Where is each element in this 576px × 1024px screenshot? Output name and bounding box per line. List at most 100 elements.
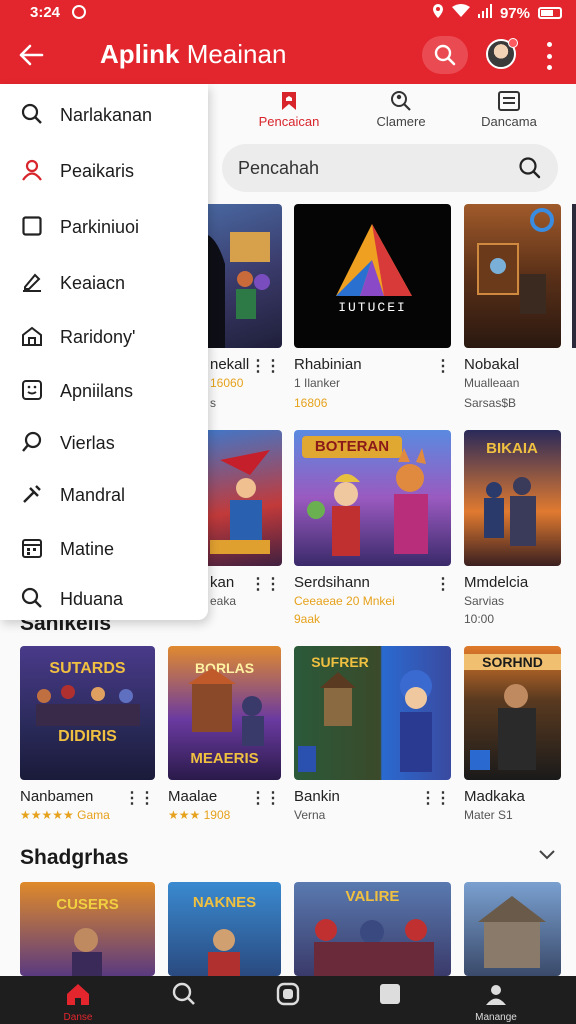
status-bar: 3:24 97%	[0, 0, 576, 26]
game-thumbnail	[464, 204, 561, 348]
drawer-item-label: Narlakanan	[60, 105, 153, 125]
game-card[interactable]: NAKNES	[168, 882, 282, 976]
drawer-item-label: Peaikaris	[60, 161, 135, 181]
person-icon	[20, 158, 44, 182]
game-thumbnail: SORHND	[464, 646, 561, 780]
game-card[interactable]: SORHND Madkaka Mater S1	[464, 646, 562, 826]
more-options-button[interactable]	[540, 42, 558, 70]
game-subtitle: s	[210, 396, 216, 410]
back-button[interactable]	[14, 38, 48, 72]
kebab-icon[interactable]: ⋮⋮	[250, 574, 281, 594]
nav-search[interactable]	[144, 976, 224, 1024]
list-box-icon	[498, 91, 520, 111]
drawer-item[interactable]: Matine	[0, 524, 208, 570]
app-bar: Aplink Meainan	[0, 26, 576, 84]
app-search-button[interactable]	[422, 36, 468, 74]
drawer-item[interactable]: Peaikaris	[0, 146, 208, 192]
game-card[interactable]: SUFRER Bankin ⋮⋮ Verna	[294, 646, 452, 826]
drawer-item-label: Keaiacn	[60, 273, 126, 293]
drawer-item[interactable]: Mandral	[0, 470, 208, 516]
drawer-item[interactable]: Apniilans	[0, 366, 208, 412]
game-title: Madkaka	[464, 788, 525, 805]
drawer-item[interactable]: Parkiniuoi	[0, 202, 208, 248]
drawer-item[interactable]: Raridony'	[0, 312, 208, 358]
drawer-item-label: Vierlas	[60, 433, 115, 453]
battery-icon	[538, 7, 562, 19]
battery-percent: 97%	[499, 4, 530, 22]
drawer-item-label: Apniilans	[60, 381, 134, 401]
tab-pencaican[interactable]: Pencaican	[234, 88, 344, 129]
status-icons: 97%	[432, 4, 562, 22]
more-dot-icon	[546, 53, 552, 59]
game-title: Maalae	[168, 788, 218, 805]
drawer-item[interactable]: Narlakanan	[0, 90, 208, 136]
game-title: Rhabinian	[294, 356, 362, 373]
pen-box-icon	[20, 270, 44, 294]
game-thumbnail: BIKAIA	[464, 430, 561, 566]
game-card[interactable]: SUTARDS DIDIRIS Nanbamen ⋮⋮ ★★★★★ Gama	[20, 646, 156, 826]
game-card[interactable]: IUTUCEI Rhabinian ⋮ 1 Ilanker 16806	[294, 204, 452, 414]
game-title: kan	[210, 574, 235, 591]
more-dot-icon	[546, 42, 552, 47]
game-thumbnail	[464, 882, 561, 976]
game-rating: ★★★ 1908	[168, 808, 231, 822]
search-icon	[434, 44, 456, 66]
kebab-icon[interactable]: ⋮⋮	[250, 356, 281, 376]
search-icon[interactable]	[518, 156, 542, 185]
nav-profile[interactable]: Manange	[456, 976, 536, 1024]
status-time: 3:24	[30, 4, 61, 21]
game-card[interactable]: Nobakal Mualleaan Sarsas$B	[464, 204, 562, 414]
kebab-icon[interactable]: ⋮⋮	[250, 788, 281, 808]
drawer-item-label: Matine	[60, 539, 115, 559]
game-card[interactable]: BOTERAN Serdsihann ⋮ Ceeaeae 20 Mnkei 9a…	[294, 430, 452, 626]
profile-icon	[486, 985, 506, 1005]
drawer-item-label: Parkiniuoi	[60, 217, 140, 237]
game-card[interactable]: CUSERS	[20, 882, 156, 976]
game-rating: ★★★★★ Gama	[20, 808, 110, 822]
search-icon	[20, 586, 44, 610]
tab-label: Clamere	[376, 114, 426, 129]
game-card[interactable]: BORLAS MEAERIS Maalae ⋮⋮ ★★★ 1908	[168, 646, 282, 826]
kebab-icon[interactable]: ⋮	[435, 356, 451, 376]
smile-box-icon	[20, 378, 44, 402]
game-thumbnail: IUTUCEI	[294, 204, 451, 348]
nav-apps[interactable]	[350, 976, 430, 1024]
thumbnail-caption: IUTUCEI	[338, 300, 407, 315]
bookmark-house-icon	[282, 92, 296, 110]
chevron-down-icon[interactable]	[538, 848, 556, 862]
search-icon	[172, 982, 195, 1005]
kebab-icon[interactable]: ⋮	[435, 574, 451, 594]
game-thumbnail: NAKNES	[168, 882, 281, 976]
game-subtitle: Mualleaan	[464, 376, 520, 390]
nav-library[interactable]	[248, 976, 328, 1024]
game-card[interactable]: BIKAIA Mmdelcia Sarvias 10:00	[464, 430, 562, 626]
bottom-navigation: Danse Manange	[0, 976, 576, 1024]
wifi-icon	[451, 4, 470, 22]
game-subtitle: Sarvias	[464, 594, 505, 608]
search-input[interactable]	[238, 156, 498, 180]
game-thumbnail: VALIRE	[294, 882, 451, 976]
game-card[interactable]: VALIRE	[294, 882, 452, 976]
game-subtitle: 1 Ilanker	[294, 376, 341, 390]
game-meta: 10:00	[464, 612, 495, 626]
location-icon	[432, 4, 444, 22]
tab-clamere[interactable]: Clamere	[346, 88, 456, 129]
game-card-partial[interactable]	[572, 204, 576, 348]
drawer-item[interactable]: Vierlas	[0, 418, 208, 464]
notification-dot	[508, 38, 518, 48]
square-icon	[380, 984, 400, 1004]
drawer-item[interactable]: Keaiacn	[0, 258, 208, 304]
nav-home[interactable]: Danse	[38, 976, 118, 1024]
more-dot-icon	[546, 65, 552, 70]
app-title-rest: Meainan	[186, 39, 287, 69]
game-card[interactable]	[464, 882, 562, 976]
tab-label: Dancama	[481, 114, 537, 129]
signal-icon	[477, 4, 492, 22]
tab-dancama[interactable]: Dancama	[454, 88, 564, 129]
navigation-drawer: Narlakanan Peaikaris Parkiniuoi Keaiacn …	[0, 84, 208, 620]
game-thumbnail: SUFRER	[294, 646, 451, 780]
kebab-icon[interactable]: ⋮⋮	[124, 788, 155, 808]
kebab-icon[interactable]: ⋮⋮	[420, 788, 451, 808]
calendar-icon	[20, 536, 44, 560]
drawer-item[interactable]: Hduana	[0, 574, 208, 620]
